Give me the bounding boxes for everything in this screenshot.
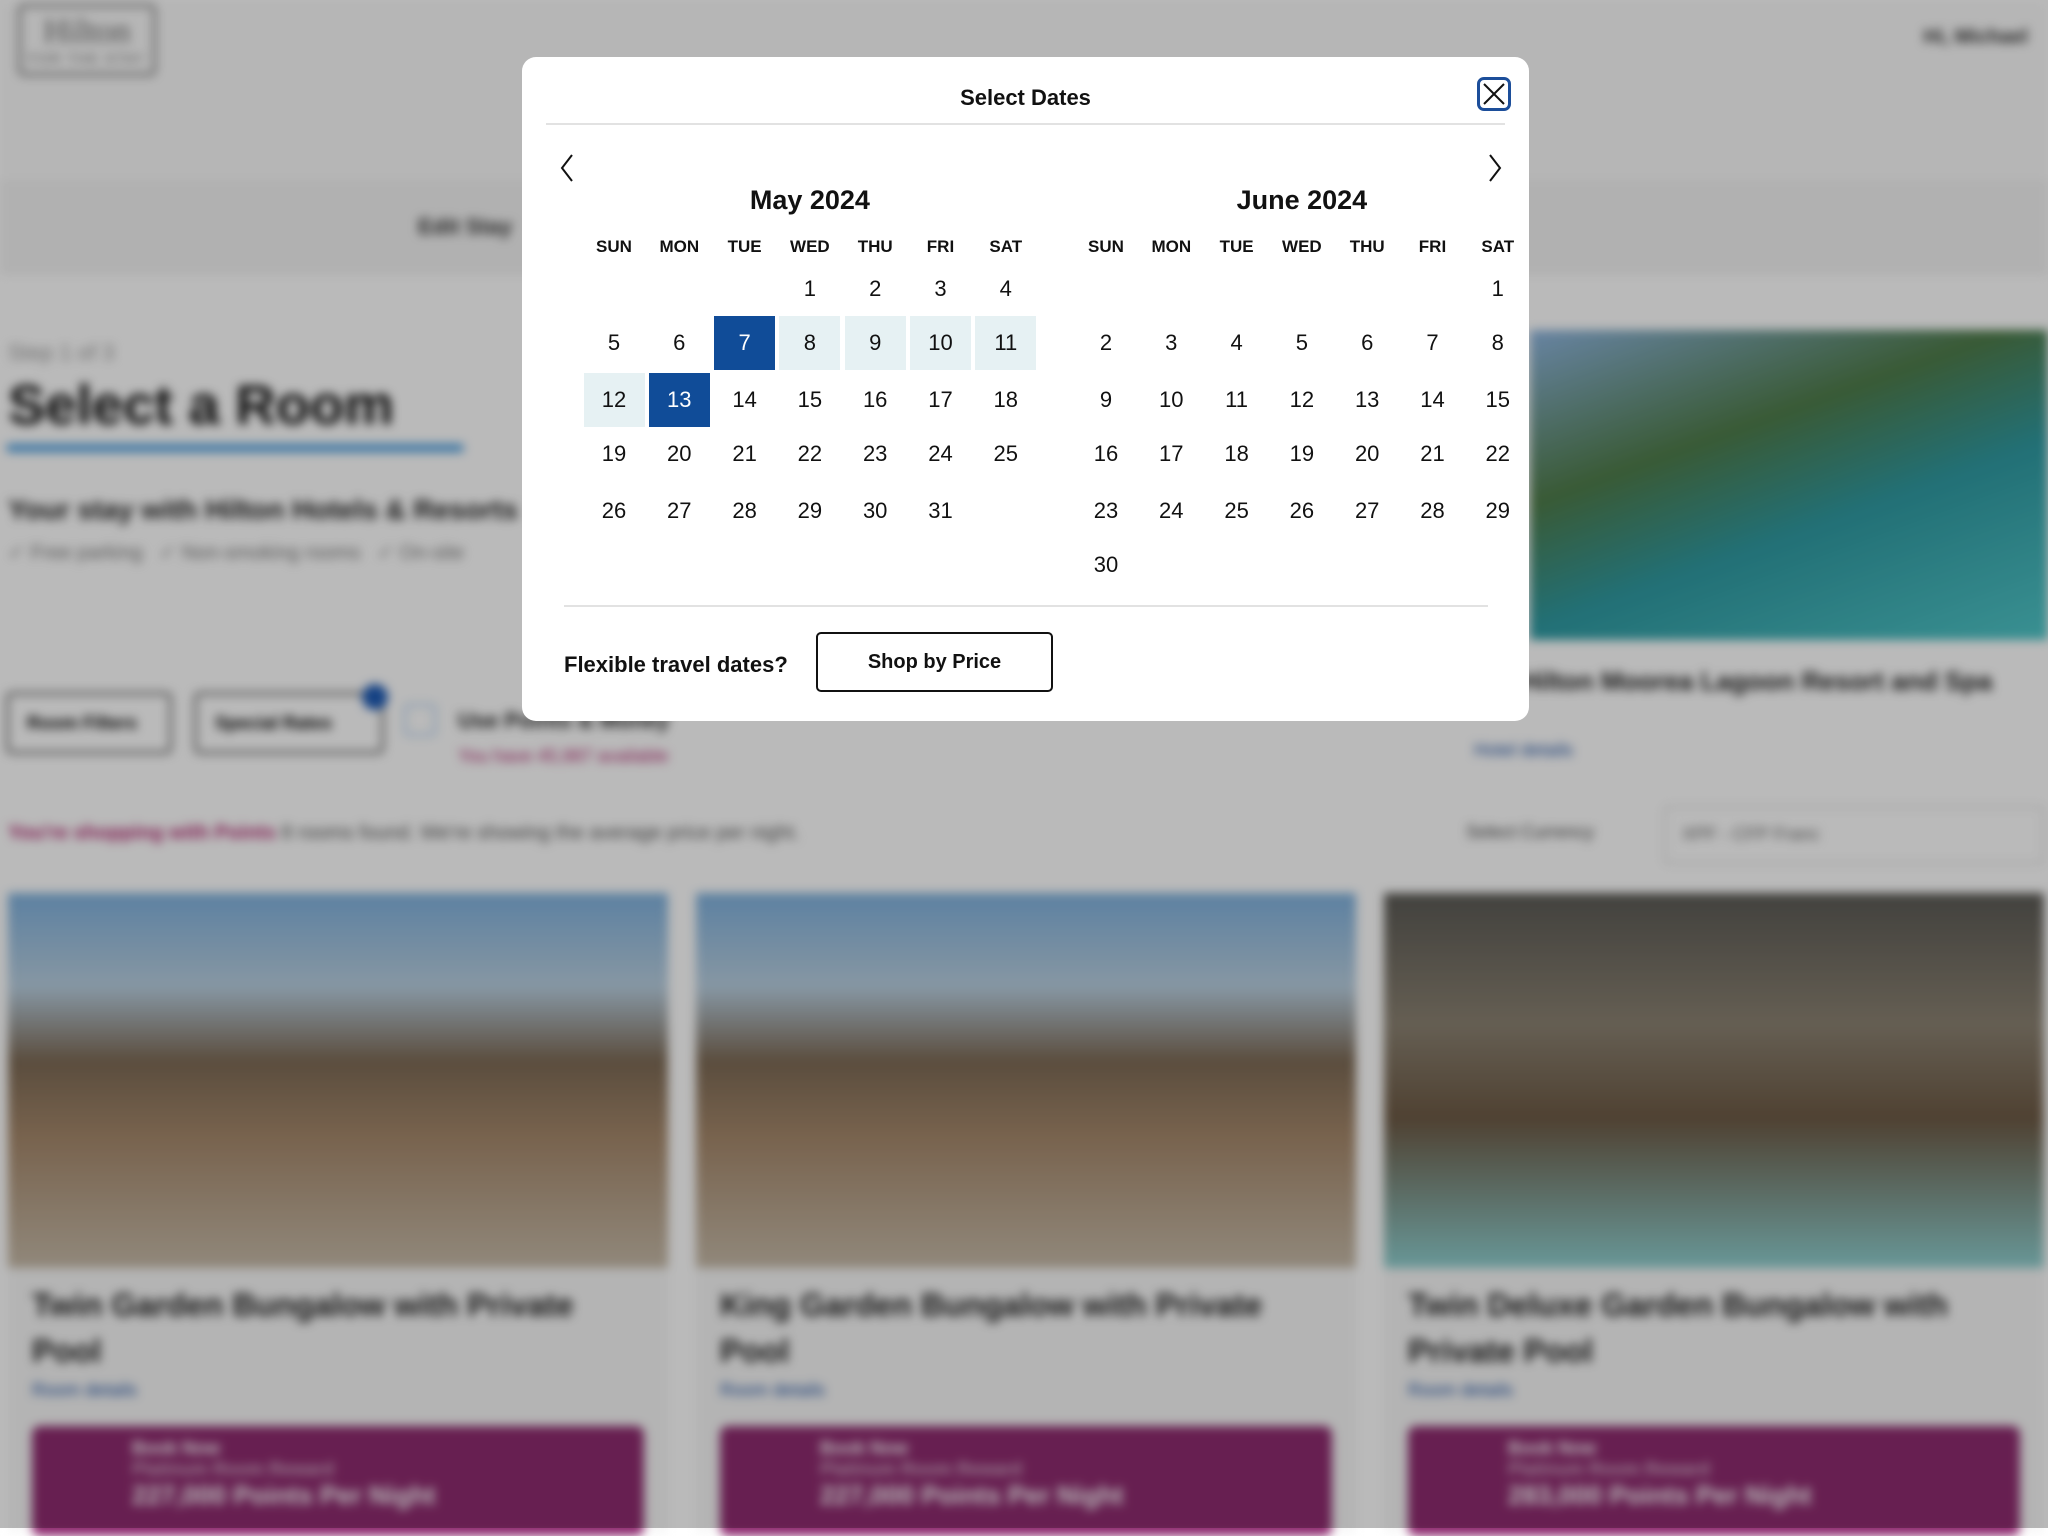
weekday-header: TUE [727,237,762,256]
divider [564,605,1488,607]
date-cell[interactable]: 5 [584,316,645,370]
date-cell[interactable]: 19 [584,427,645,481]
date-cell[interactable]: 23 [845,427,906,481]
weekday-header: MON [1151,237,1192,256]
date-cell[interactable]: 8 [1467,316,1528,370]
date-cell[interactable]: 16 [845,373,906,427]
flexible-dates-label: Flexible travel dates? [564,652,788,677]
date-cell[interactable]: 14 [1402,373,1463,427]
date-cell[interactable]: 12 [583,373,645,427]
month-title: May 2024 [749,185,870,215]
dialog-title: Select Dates [960,85,1091,110]
date-cell[interactable]: 29 [1467,484,1528,538]
date-cell[interactable]: 26 [1271,484,1332,538]
previous-month-button[interactable] [554,151,584,185]
date-cell[interactable]: 21 [714,427,775,481]
date-cell[interactable]: 30 [845,484,906,538]
date-cell[interactable]: 16 [1076,427,1137,481]
date-cell[interactable]: 13 [648,373,710,427]
date-cell[interactable]: 10 [910,316,971,370]
date-cell[interactable]: 14 [714,373,775,427]
date-cell[interactable]: 20 [1337,427,1398,481]
weekday-header: THU [857,237,893,256]
date-cell[interactable]: 25 [1206,484,1267,538]
date-cell[interactable]: 30 [1076,538,1137,592]
date-cell[interactable]: 24 [1141,484,1202,538]
date-cell[interactable]: 27 [1337,484,1398,538]
close-icon [1483,83,1505,105]
date-cell[interactable]: 5 [1271,316,1332,370]
chevron-left-icon [560,154,573,182]
date-cell[interactable]: 3 [910,262,971,316]
date-cell[interactable]: 1 [779,262,840,316]
weekday-header: MON [659,237,700,256]
date-cell[interactable]: 2 [1076,316,1137,370]
date-cell[interactable]: 11 [975,316,1037,370]
date-cell[interactable]: 17 [910,373,971,427]
date-cell[interactable]: 6 [1337,316,1398,370]
date-cell[interactable]: 18 [1206,427,1267,481]
weekday-header: SUN [1088,237,1124,256]
date-cell[interactable]: 7 [1402,316,1463,370]
date-cell[interactable]: 28 [1402,484,1463,538]
weekday-header: SAT [1481,237,1515,256]
date-cell[interactable]: 17 [1141,427,1202,481]
date-cell[interactable]: 19 [1271,427,1332,481]
date-cell[interactable]: 9 [844,316,906,370]
weekday-header: SUN [596,237,632,256]
weekday-header: THU [1349,237,1385,256]
weekday-header: SAT [989,237,1023,256]
date-cell[interactable]: 2 [845,262,906,316]
month-title: June 2024 [1236,185,1368,215]
date-cell[interactable]: 9 [1076,373,1137,427]
select-dates-dialog: Select Dates May 2024 SUN MON TUE WED THU FRI S… [522,57,1529,721]
date-cell[interactable]: 22 [779,427,840,481]
date-cell[interactable]: 8 [779,316,841,370]
date-cell[interactable]: 6 [649,316,710,370]
date-cell[interactable]: 23 [1076,484,1137,538]
date-cell[interactable]: 13 [1337,373,1398,427]
shop-by-price-button[interactable]: Shop by Price [816,632,1053,692]
date-cell[interactable]: 7 [714,316,776,370]
date-cell[interactable]: 3 [1141,316,1202,370]
date-cell[interactable]: 4 [1206,316,1267,370]
date-cell[interactable]: 27 [649,484,710,538]
date-cell[interactable]: 10 [1141,373,1202,427]
date-cell[interactable]: 1 [1467,262,1528,316]
date-cell[interactable]: 25 [975,427,1036,481]
weekday-header: TUE [1219,237,1254,256]
date-cell[interactable]: 29 [779,484,840,538]
date-cell[interactable]: 15 [779,373,840,427]
date-cell[interactable]: 12 [1271,373,1332,427]
date-cell[interactable]: 11 [1206,373,1267,427]
weekday-header: WED [1282,237,1322,256]
date-cell[interactable]: 22 [1467,427,1528,481]
divider [546,123,1505,125]
date-cell[interactable]: 24 [910,427,971,481]
date-cell[interactable]: 26 [584,484,645,538]
date-cell[interactable]: 4 [975,262,1036,316]
date-cell[interactable]: 28 [714,484,775,538]
weekday-header: FRI [926,237,955,256]
weekday-header: FRI [1418,237,1447,256]
date-cell[interactable]: 18 [975,373,1036,427]
date-cell[interactable]: 21 [1402,427,1463,481]
next-month-button[interactable] [1480,151,1510,185]
date-cell[interactable]: 31 [910,484,971,538]
date-cell[interactable]: 15 [1467,373,1528,427]
weekday-header: WED [790,237,830,256]
date-cell[interactable]: 20 [649,427,710,481]
close-button[interactable] [1477,77,1511,111]
chevron-right-icon [1489,154,1502,182]
